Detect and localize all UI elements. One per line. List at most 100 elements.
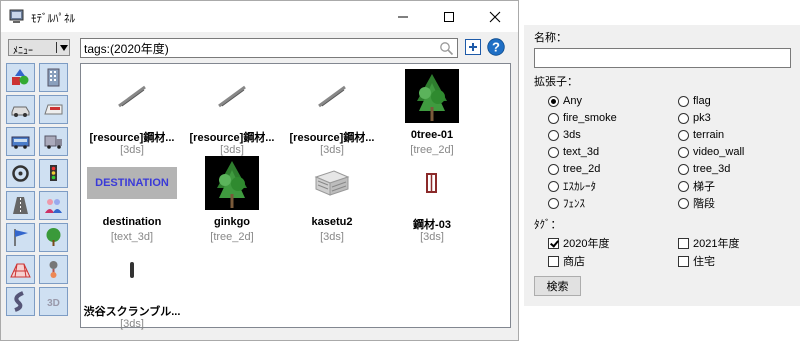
extension-option[interactable]: tree_3d <box>678 162 730 176</box>
tag-option[interactable]: 商店 <box>548 254 585 268</box>
extension-option[interactable]: ﾌｪﾝｽ <box>548 196 585 210</box>
checkbox[interactable] <box>548 237 559 249</box>
shapes-icon <box>12 69 29 85</box>
checkbox[interactable] <box>678 255 689 267</box>
car-icon <box>11 106 30 117</box>
radio-button[interactable] <box>678 180 689 192</box>
tag-search-input[interactable] <box>84 40 434 56</box>
extension-option[interactable]: 階段 <box>678 196 715 210</box>
close-icon <box>489 11 501 22</box>
category-button-building[interactable] <box>39 63 68 92</box>
tag-label: ﾀｸﾞ： <box>534 219 562 231</box>
traffic-light-icon <box>50 165 57 181</box>
extension-option[interactable]: Any <box>548 94 582 108</box>
model-name: ginkgo <box>213 216 251 228</box>
category-button-shapes[interactable] <box>6 63 35 92</box>
radio-button[interactable] <box>678 163 689 175</box>
search-button[interactable]: 検索 <box>534 276 581 296</box>
category-button-people[interactable] <box>39 191 68 220</box>
close-button[interactable] <box>472 1 518 32</box>
model-item[interactable]: 鋼材-03 [3ds] <box>382 155 482 247</box>
model-item[interactable]: kasetu2 [3ds] <box>282 155 382 247</box>
extension-option[interactable]: pk3 <box>678 111 711 125</box>
3d-icon: 3D <box>47 298 60 309</box>
extension-label-text: tree_2d <box>563 163 601 175</box>
tag-label-text: 住宅 <box>693 256 715 268</box>
extension-option[interactable]: flag <box>678 94 711 108</box>
extension-label-text: text_3d <box>563 146 600 158</box>
radio-button[interactable] <box>548 146 559 158</box>
extension-option[interactable]: terrain <box>678 128 724 142</box>
radio-button[interactable] <box>678 146 689 158</box>
model-type: [3ds] <box>320 231 344 243</box>
model-thumbnail <box>82 242 182 298</box>
model-name: [resource]鋼材... <box>189 132 275 144</box>
help-icon[interactable]: ? <box>487 38 505 56</box>
minimize-button[interactable] <box>380 1 426 32</box>
category-button-terrain-grid[interactable] <box>6 255 35 284</box>
tag-option[interactable]: 住宅 <box>678 254 715 268</box>
model-thumbnail <box>282 68 382 124</box>
radio-button[interactable] <box>548 163 559 175</box>
tag-option[interactable]: 2021年度 <box>678 236 739 250</box>
model-item[interactable]: [resource]鋼材... [3ds] <box>282 68 382 160</box>
checkbox[interactable] <box>678 237 689 249</box>
add-button[interactable] <box>465 39 481 55</box>
extension-option[interactable]: tree_2d <box>548 162 600 176</box>
radio-button[interactable] <box>548 95 559 107</box>
menu-dropdown[interactable]: ﾒﾆｭｰ <box>8 39 70 57</box>
category-button-curve[interactable] <box>6 287 35 316</box>
category-button-vehicle-interior[interactable] <box>6 159 35 188</box>
radio-button[interactable] <box>678 129 689 141</box>
maximize-button[interactable] <box>426 1 472 32</box>
model-thumbnail <box>82 68 182 124</box>
category-button-road[interactable] <box>6 191 35 220</box>
checkbox[interactable] <box>548 255 559 267</box>
category-button-tree[interactable] <box>39 223 68 252</box>
radio-button[interactable] <box>678 95 689 107</box>
title-bar[interactable]: ﾓﾃﾞﾙﾊﾟﾈﾙ <box>1 1 518 32</box>
category-button-flag[interactable] <box>6 223 35 252</box>
category-panel: 3D <box>6 63 73 320</box>
extension-label-text: 階段 <box>693 198 715 210</box>
radio-button[interactable] <box>548 197 559 209</box>
model-thumbnail <box>282 155 382 211</box>
category-button-3d[interactable]: 3D <box>39 287 68 316</box>
category-button-train[interactable] <box>39 95 68 124</box>
tag-search-box <box>80 38 458 58</box>
tag-option[interactable]: 2020年度 <box>548 236 609 250</box>
model-item[interactable]: [resource]鋼材... [3ds] <box>182 68 282 160</box>
radio-button[interactable] <box>548 180 559 192</box>
category-button-traffic-light[interactable] <box>39 159 68 188</box>
extension-option[interactable]: ｴｽｶﾚｰﾀ <box>548 179 596 193</box>
model-item[interactable]: ginkgo [tree_2d] <box>182 155 282 247</box>
text-thumbnail: DESTINATION <box>87 167 177 199</box>
category-button-car[interactable] <box>6 95 35 124</box>
name-field[interactable] <box>534 48 791 68</box>
model-thumbnail: DESTINATION <box>82 155 182 211</box>
search-icon[interactable] <box>439 41 454 56</box>
model-item[interactable]: [resource]鋼材... [3ds] <box>82 68 182 160</box>
radio-button[interactable] <box>678 112 689 124</box>
model-item[interactable]: DESTINATION destination [text_3d] <box>82 155 182 247</box>
name-label: 名称： <box>534 32 567 44</box>
extension-label-text: video_wall <box>693 146 745 158</box>
radio-button[interactable] <box>678 197 689 209</box>
extension-option[interactable]: 梯子 <box>678 179 715 193</box>
extension-option[interactable]: 3ds <box>548 128 581 142</box>
extension-label-text: pk3 <box>693 112 711 124</box>
extension-label-text: fire_smoke <box>563 112 617 124</box>
flag-icon <box>14 229 28 246</box>
category-button-pin[interactable] <box>39 255 68 284</box>
model-thumbnail <box>182 68 282 124</box>
category-button-truck[interactable] <box>39 127 68 156</box>
extension-option[interactable]: video_wall <box>678 145 744 159</box>
model-grid: [resource]鋼材... [3ds] [resource]鋼材... [3ds]… <box>80 63 511 330</box>
radio-button[interactable] <box>548 129 559 141</box>
extension-option[interactable]: text_3d <box>548 145 599 159</box>
category-button-bus[interactable] <box>6 127 35 156</box>
radio-button[interactable] <box>548 112 559 124</box>
model-item[interactable]: 0tree-01 [tree_2d] <box>382 68 482 160</box>
model-item[interactable]: 渋谷スクランブル... [3ds] <box>82 242 182 334</box>
extension-option[interactable]: fire_smoke <box>548 111 617 125</box>
